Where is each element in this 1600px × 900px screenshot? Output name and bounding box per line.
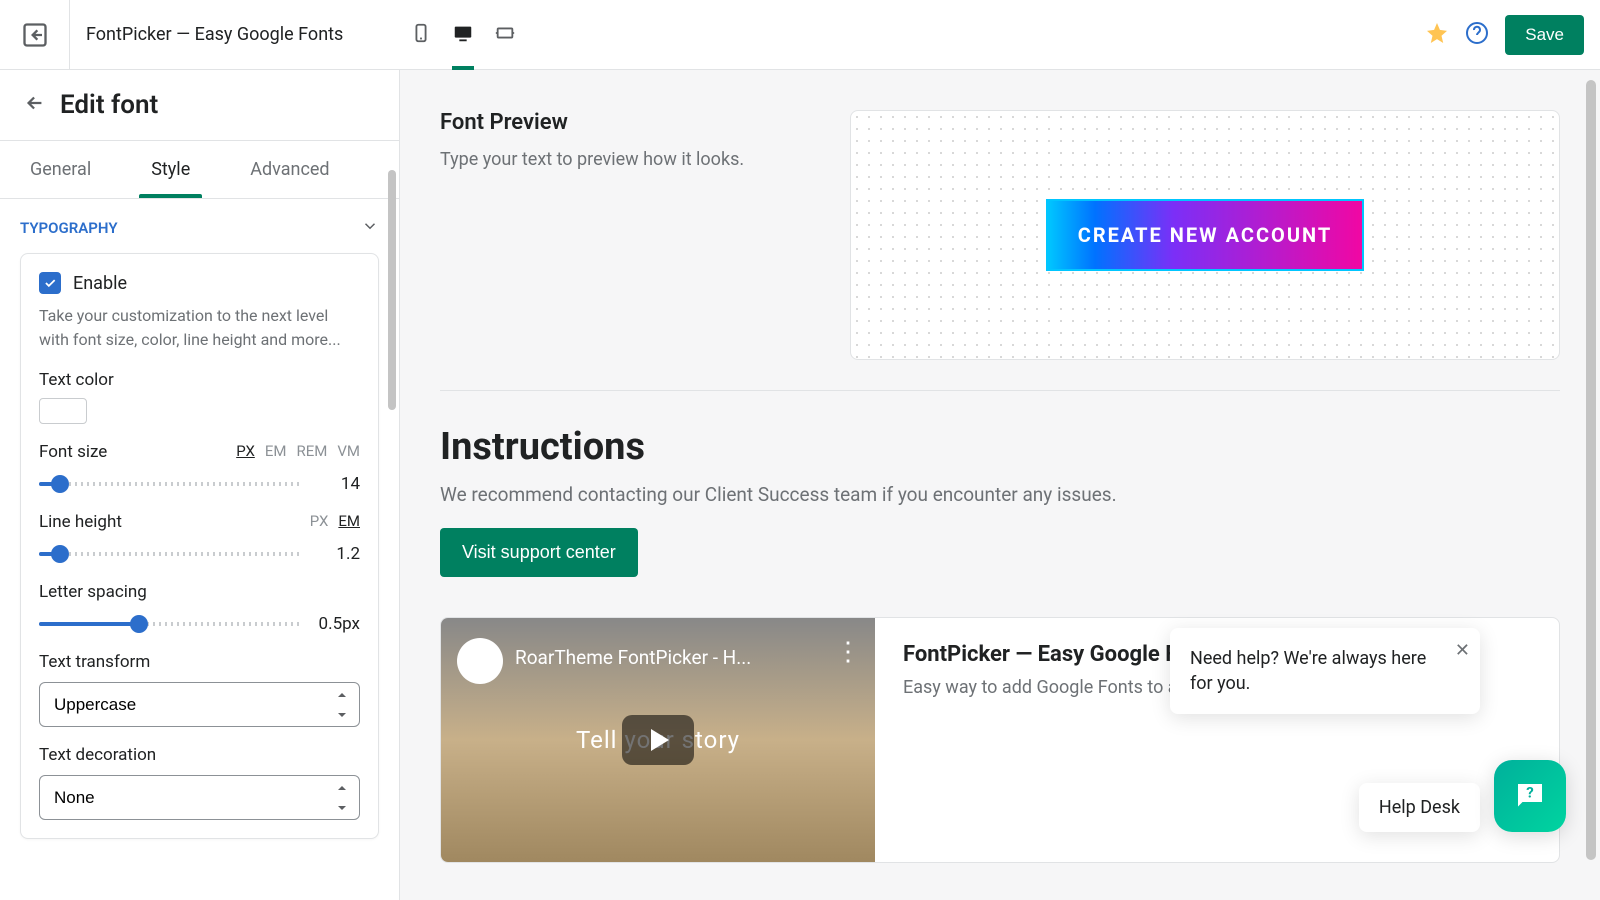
enable-checkbox[interactable] — [39, 272, 61, 294]
mobile-icon — [410, 22, 432, 44]
font-size-label: Font size PX EM REM VM — [39, 442, 360, 462]
line-height-slider[interactable] — [39, 545, 302, 563]
video-embed-title: RoarTheme FontPicker - H... — [515, 646, 751, 669]
tab-general[interactable]: General — [0, 141, 121, 198]
fullwidth-icon — [494, 22, 516, 44]
font-size-value: 14 — [316, 474, 360, 494]
app-title: FontPicker — Easy Google Fonts — [70, 24, 390, 45]
device-toggle-group — [410, 22, 516, 48]
letter-spacing-slider[interactable] — [39, 615, 302, 633]
chat-icon: ? — [1512, 778, 1548, 814]
favorite-button[interactable] — [1425, 21, 1449, 49]
device-desktop-button[interactable] — [452, 22, 474, 48]
enable-help-text: Take your customization to the next leve… — [39, 304, 360, 352]
lh-unit-px[interactable]: PX — [310, 512, 329, 530]
instructions-title: Instructions — [440, 425, 1560, 469]
letter-spacing-label: Letter spacing — [39, 582, 360, 602]
text-transform-label: Text transform — [39, 652, 360, 672]
font-size-slider[interactable] — [39, 475, 302, 493]
save-button[interactable]: Save — [1505, 15, 1584, 55]
visit-support-button[interactable]: Visit support center — [440, 528, 638, 577]
typography-section-header[interactable]: TYPOGRAPHY — [20, 217, 379, 239]
back-button[interactable] — [24, 92, 46, 118]
preview-canvas: CREATE NEW ACCOUNT — [850, 110, 1560, 360]
text-color-swatch[interactable] — [39, 398, 87, 424]
line-height-value: 1.2 — [316, 544, 360, 564]
sidebar-title: Edit font — [60, 90, 158, 120]
text-color-label: Text color — [39, 370, 360, 390]
close-tooltip-button[interactable]: ✕ — [1455, 638, 1470, 663]
chat-tooltip: Need help? We're always here for you. ✕ — [1170, 628, 1480, 714]
question-icon — [1465, 21, 1489, 45]
content-area: Font Preview Type your text to preview h… — [400, 70, 1600, 900]
tab-style[interactable]: Style — [121, 141, 220, 198]
play-button[interactable] — [622, 715, 694, 765]
sidebar-tabs: General Style Advanced — [0, 141, 399, 199]
instructions-sub: We recommend contacting our Client Succe… — [440, 483, 1560, 506]
chat-fab[interactable]: ? — [1494, 760, 1566, 832]
exit-button[interactable] — [0, 0, 70, 70]
typography-label: TYPOGRAPHY — [20, 219, 118, 237]
typography-card: Enable Take your customization to the ne… — [20, 253, 379, 839]
letter-spacing-value: 0.5px — [316, 614, 360, 634]
font-preview-title: Font Preview — [440, 110, 810, 135]
chevron-down-icon — [361, 217, 379, 235]
sidebar-scrollbar[interactable] — [388, 170, 396, 410]
font-preview-sub: Type your text to preview how it looks. — [440, 149, 810, 170]
sidebar: Edit font General Style Advanced TYPOGRA… — [0, 70, 400, 900]
help-button[interactable] — [1465, 21, 1489, 49]
unit-vm[interactable]: VM — [337, 442, 360, 460]
unit-rem[interactable]: REM — [296, 442, 327, 460]
line-height-label: Line height PX EM — [39, 512, 360, 532]
star-icon — [1425, 21, 1449, 45]
lh-unit-em[interactable]: EM — [338, 512, 360, 530]
unit-px[interactable]: PX — [236, 442, 255, 460]
unit-em[interactable]: EM — [265, 442, 287, 460]
top-bar: FontPicker — Easy Google Fonts Save — [0, 0, 1600, 70]
arrow-left-icon — [24, 92, 46, 114]
text-decoration-label: Text decoration — [39, 745, 360, 765]
content-scrollbar[interactable] — [1586, 80, 1596, 860]
enable-label: Enable — [73, 273, 127, 294]
preview-cta-button[interactable]: CREATE NEW ACCOUNT — [1046, 199, 1364, 271]
channel-avatar — [457, 638, 503, 684]
text-decoration-select[interactable]: None — [39, 775, 360, 820]
exit-icon — [21, 21, 49, 49]
check-icon — [43, 276, 57, 290]
text-transform-select[interactable]: Uppercase — [39, 682, 360, 727]
video-thumbnail[interactable]: RoarTheme FontPicker - H... ⋮ Tell your … — [441, 618, 875, 862]
device-fullwidth-button[interactable] — [494, 22, 516, 48]
tab-advanced[interactable]: Advanced — [220, 141, 359, 198]
device-mobile-button[interactable] — [410, 22, 432, 48]
video-menu-icon[interactable]: ⋮ — [835, 646, 861, 658]
svg-text:?: ? — [1526, 784, 1533, 802]
help-desk-button[interactable]: Help Desk — [1359, 783, 1480, 832]
desktop-icon — [452, 22, 474, 44]
